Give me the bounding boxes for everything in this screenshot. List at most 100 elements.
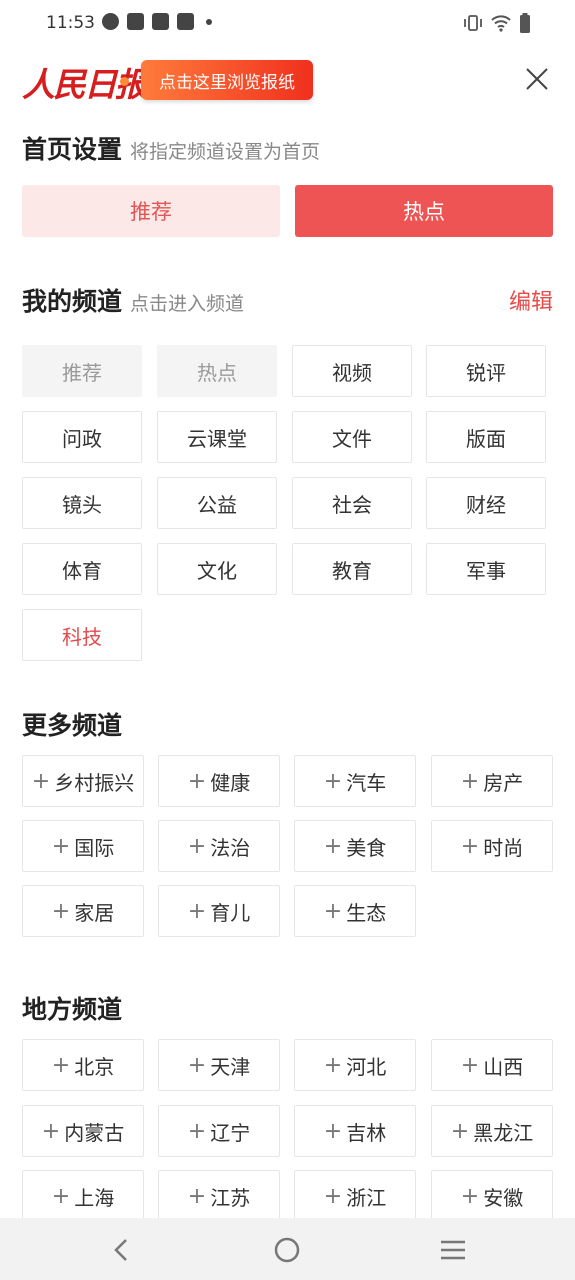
channel-label: 辽宁 <box>210 1120 251 1145</box>
add-channel-tile[interactable]: + 天津 <box>158 1039 280 1091</box>
channel-tile[interactable]: 体育 <box>22 543 142 595</box>
edit-button[interactable]: 编辑 <box>509 284 553 316</box>
channel-tile[interactable]: 镜头 <box>22 477 142 529</box>
notification-icons <box>102 13 212 30</box>
add-channel-tile[interactable]: + 乡村振兴 <box>22 755 144 807</box>
channel-label: 美食 <box>346 835 387 860</box>
channel-label: 安徽 <box>483 1185 524 1210</box>
add-channel-tile[interactable]: + 家居 <box>22 885 144 937</box>
add-channel-tile[interactable]: + 吉林 <box>294 1105 416 1157</box>
channel-tile-active[interactable]: 科技 <box>22 609 142 661</box>
bag-icon <box>152 13 169 30</box>
plus-icon: + <box>460 1052 480 1078</box>
channel-tile[interactable]: 版面 <box>426 411 546 463</box>
channel-tile[interactable]: 文化 <box>157 543 277 595</box>
add-channel-tile[interactable]: + 浙江 <box>294 1170 416 1222</box>
menu-icon[interactable] <box>439 1236 467 1264</box>
back-icon[interactable] <box>108 1236 136 1264</box>
home-option-hot[interactable]: 热点 <box>295 185 553 237</box>
add-channel-tile[interactable]: + 时尚 <box>431 820 553 872</box>
plus-icon: + <box>323 1052 343 1078</box>
plus-icon: + <box>31 768 51 794</box>
home-option-recommend[interactable]: 推荐 <box>22 185 280 237</box>
add-channel-tile[interactable]: + 法治 <box>158 820 280 872</box>
close-icon[interactable] <box>525 67 549 91</box>
channel-label: 江苏 <box>210 1185 251 1210</box>
channel-tile[interactable]: 锐评 <box>426 345 546 397</box>
channel-label: 乡村振兴 <box>54 770 135 795</box>
add-channel-tile[interactable]: + 健康 <box>158 755 280 807</box>
wifi-icon <box>491 15 511 32</box>
status-time: 11:53 <box>46 13 95 33</box>
channel-label: 法治 <box>210 835 251 860</box>
plus-icon: + <box>323 1118 343 1144</box>
home-setting-title: 首页设置 <box>22 135 123 164</box>
channel-tile[interactable]: 视频 <box>292 345 412 397</box>
channel-tile[interactable]: 文件 <box>292 411 412 463</box>
channel-label: 天津 <box>210 1054 251 1079</box>
add-channel-tile[interactable]: + 辽宁 <box>158 1105 280 1157</box>
add-channel-tile[interactable]: + 上海 <box>22 1170 144 1222</box>
plus-icon: + <box>51 1052 71 1078</box>
channel-tile[interactable]: 热点 <box>157 345 277 397</box>
add-channel-tile[interactable]: + 河北 <box>294 1039 416 1091</box>
plus-icon: + <box>187 833 207 859</box>
plus-icon: + <box>323 833 343 859</box>
add-channel-tile[interactable]: + 国际 <box>22 820 144 872</box>
my-channels-heading: 我的频道 点击进入频道 <box>22 282 244 318</box>
plus-icon: + <box>51 1183 71 1209</box>
channel-label: 时尚 <box>483 835 524 860</box>
channel-label: 国际 <box>74 835 115 860</box>
vibrate-icon <box>464 15 482 31</box>
battery-icon <box>520 13 530 33</box>
channel-label: 汽车 <box>346 770 387 795</box>
add-channel-tile[interactable]: + 内蒙古 <box>22 1105 144 1157</box>
channel-label: 上海 <box>74 1185 115 1210</box>
system-nav-bar <box>0 1218 575 1280</box>
more-channels-title: 更多频道 <box>22 711 123 740</box>
plus-icon: + <box>51 898 71 924</box>
channel-label: 吉林 <box>346 1120 387 1145</box>
add-channel-tile[interactable]: + 安徽 <box>431 1170 553 1222</box>
channel-tile[interactable]: 推荐 <box>22 345 142 397</box>
add-channel-tile[interactable]: + 北京 <box>22 1039 144 1091</box>
add-channel-tile[interactable]: + 生态 <box>294 885 416 937</box>
channel-label: 浙江 <box>346 1185 387 1210</box>
bag-icon <box>127 13 144 30</box>
add-channel-tile[interactable]: + 房产 <box>431 755 553 807</box>
browse-newspaper-button[interactable]: 点击这里浏览报纸 <box>141 60 313 100</box>
add-channel-tile[interactable]: + 美食 <box>294 820 416 872</box>
channel-tile[interactable]: 云课堂 <box>157 411 277 463</box>
channel-label: 育儿 <box>210 900 251 925</box>
plus-icon: + <box>323 768 343 794</box>
home-setting-subtitle: 将指定频道设置为首页 <box>130 141 321 163</box>
add-channel-tile[interactable]: + 黑龙江 <box>431 1105 553 1157</box>
channel-label: 北京 <box>74 1054 115 1079</box>
plus-icon: + <box>460 1183 480 1209</box>
add-channel-tile[interactable]: + 汽车 <box>294 755 416 807</box>
add-channel-tile[interactable]: + 江苏 <box>158 1170 280 1222</box>
plus-icon: + <box>460 833 480 859</box>
channel-label: 家居 <box>74 900 115 925</box>
channel-tile[interactable]: 财经 <box>426 477 546 529</box>
add-channel-tile[interactable]: + 山西 <box>431 1039 553 1091</box>
channel-label: 山西 <box>483 1054 524 1079</box>
add-channel-tile[interactable]: + 育儿 <box>158 885 280 937</box>
pointer-dot <box>120 77 129 86</box>
home-setting-heading: 首页设置 将指定频道设置为首页 <box>22 130 320 166</box>
channel-label: 河北 <box>346 1054 387 1079</box>
channel-tile[interactable]: 问政 <box>22 411 142 463</box>
plus-icon: + <box>450 1118 470 1144</box>
channel-tile[interactable]: 军事 <box>426 543 546 595</box>
plus-icon: + <box>41 1118 61 1144</box>
channel-tile[interactable]: 公益 <box>157 477 277 529</box>
home-icon[interactable] <box>273 1236 301 1264</box>
channel-tile[interactable]: 教育 <box>292 543 412 595</box>
local-channels-title: 地方频道 <box>22 995 123 1024</box>
my-channels-title: 我的频道 <box>22 287 123 316</box>
plus-icon: + <box>51 833 71 859</box>
plus-icon: + <box>187 1118 207 1144</box>
channel-tile[interactable]: 社会 <box>292 477 412 529</box>
plus-icon: + <box>460 768 480 794</box>
channel-label: 黑龙江 <box>473 1120 534 1145</box>
